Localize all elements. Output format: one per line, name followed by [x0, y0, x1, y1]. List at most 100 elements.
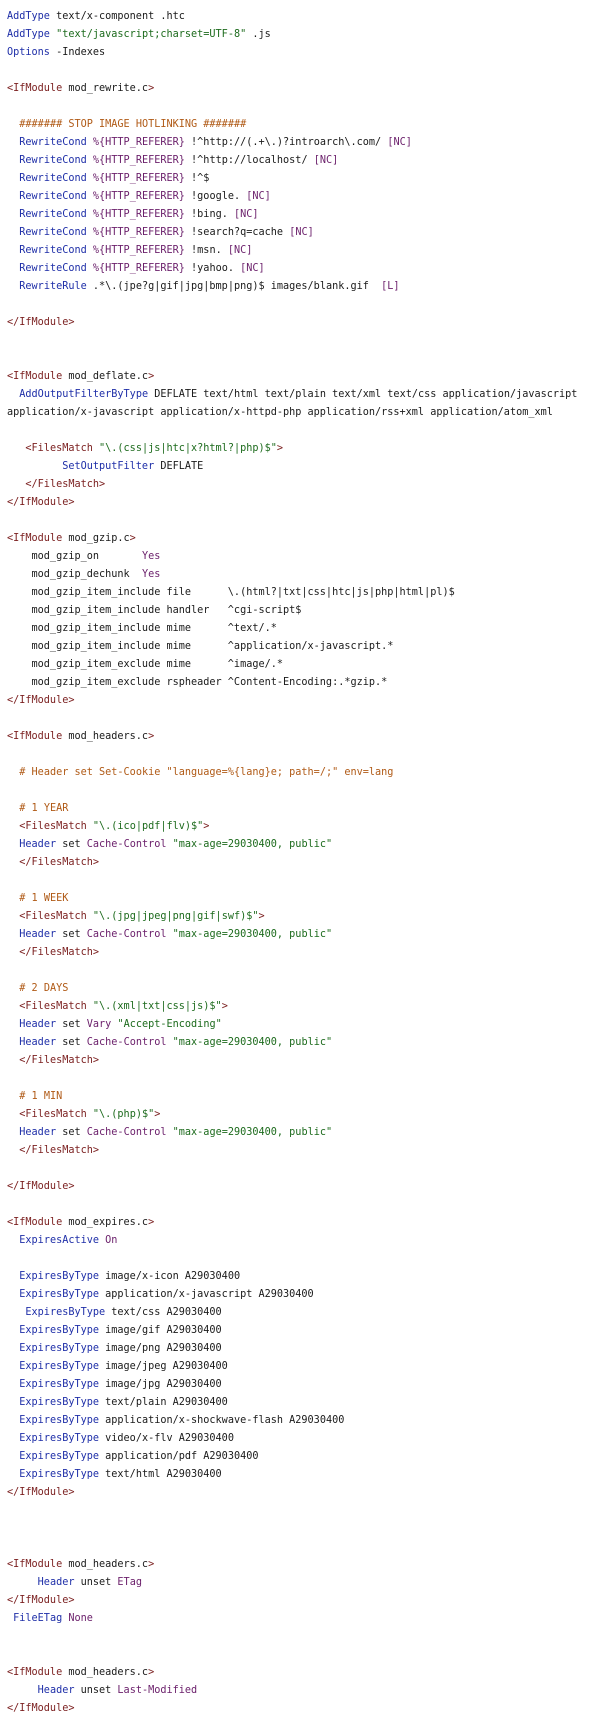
code-line: mod_gzip_item_include mime ^text/.*	[0, 620, 600, 638]
code-line: RewriteCond %{HTTP_REFERER} !^http://(.+…	[0, 134, 600, 152]
code-line: Header set Cache-Control "max-age=290304…	[0, 1034, 600, 1052]
string-token: "\.(php)$"	[92, 1109, 155, 1120]
string-token: "max-age=29030400, public"	[172, 839, 333, 850]
code-line: # 2 DAYS	[0, 980, 600, 998]
module-tag-token: >	[148, 1667, 155, 1678]
code-line: ####### STOP IMAGE HOTLINKING #######	[0, 116, 600, 134]
keyword-token: Yes	[141, 551, 161, 562]
module-tag-token: >	[258, 911, 265, 922]
code-line: mod_gzip_item_include handler ^cgi-scrip…	[0, 602, 600, 620]
text-token: set	[56, 1127, 87, 1138]
module-tag-token: <IfModule	[7, 83, 63, 94]
directive-token: RewriteRule	[19, 281, 87, 292]
text-token: mod_gzip_item_include file \.(html?|txt|…	[7, 587, 455, 598]
directive-token: Header	[37, 1577, 75, 1588]
text-token: mod_gzip_item_include mime ^text/.*	[7, 623, 277, 634]
text-token: text/html A29030400	[99, 1469, 222, 1480]
code-line: ExpiresByType image/jpeg A29030400	[0, 1358, 600, 1376]
code-line: </FilesMatch>	[0, 476, 600, 494]
code-line: # 1 YEAR	[0, 800, 600, 818]
comment-token: # 2 DAYS	[19, 983, 69, 994]
flag-token: [NC]	[240, 263, 265, 274]
comment-token: # 1 MIN	[19, 1091, 63, 1102]
keyword-token: Yes	[141, 569, 161, 580]
text-token: !search?q=cache	[184, 227, 290, 238]
flag-token: [NC]	[246, 191, 271, 202]
module-tag-token: </FilesMatch>	[19, 1055, 100, 1066]
code-line: # 1 MIN	[0, 1088, 600, 1106]
code-line: RewriteCond %{HTTP_REFERER} !^$	[0, 170, 600, 188]
text-token: mod_gzip_item_exclude mime ^image/.*	[7, 659, 284, 670]
code-line: </FilesMatch>	[0, 1142, 600, 1160]
code-line: mod_gzip_on Yes	[0, 548, 600, 566]
text-token: mod_rewrite.c	[62, 83, 149, 94]
text-token: mod_gzip.c	[62, 533, 130, 544]
directive-token: ExpiresByType	[19, 1289, 100, 1300]
text-token: set	[56, 929, 87, 940]
module-tag-token: <IfModule	[7, 1559, 63, 1570]
directive-token: RewriteCond	[19, 209, 87, 220]
text-token: .js	[246, 29, 271, 40]
keyword-token: None	[68, 1613, 93, 1624]
code-line: mod_gzip_item_exclude rspheader ^Content…	[0, 674, 600, 692]
variable-token: Cache-Control	[86, 929, 167, 940]
module-tag-token: <FilesMatch	[19, 911, 87, 922]
module-tag-token: <IfModule	[7, 371, 63, 382]
code-line: <IfModule mod_headers.c>	[0, 728, 600, 746]
code-line: ExpiresByType image/gif A29030400	[0, 1322, 600, 1340]
module-tag-token: </IfModule>	[7, 317, 75, 328]
comment-token: ####### STOP IMAGE HOTLINKING #######	[19, 119, 247, 130]
code-line: </FilesMatch>	[0, 854, 600, 872]
text-token: DEFLATE text/html text/plain text/xml te…	[148, 389, 578, 400]
variable-token: Cache-Control	[86, 839, 167, 850]
variable-token: %{HTTP_REFERER}	[92, 155, 185, 166]
text-token: !^http://localhost/	[184, 155, 314, 166]
code-line: RewriteRule .*\.(jpe?g|gif|jpg|bmp|png)$…	[0, 278, 600, 296]
code-line: </FilesMatch>	[0, 1052, 600, 1070]
string-token: "Accept-Encoding"	[117, 1019, 222, 1030]
text-token: image/jpg A29030400	[99, 1379, 222, 1390]
code-line: ExpiresByType text/html A29030400	[0, 1466, 600, 1484]
text-token: mod_gzip_item_exclude rspheader ^Content…	[7, 677, 388, 688]
directive-token: RewriteCond	[19, 173, 87, 184]
text-token: !^http://(.+\.)?introarch\.com/	[184, 137, 388, 148]
text-token: image/png A29030400	[99, 1343, 222, 1354]
string-token: "max-age=29030400, public"	[172, 1127, 333, 1138]
module-tag-token: </IfModule>	[7, 1181, 75, 1192]
code-line: <IfModule mod_rewrite.c>	[0, 80, 600, 98]
directive-token: ExpiresActive	[19, 1235, 100, 1246]
text-token: mod_headers.c	[62, 1667, 149, 1678]
comment-token: # Header set Set-Cookie "language=%{lang…	[19, 767, 394, 778]
code-line: RewriteCond %{HTTP_REFERER} !yahoo. [NC]	[0, 260, 600, 278]
module-tag-token: <IfModule	[7, 1667, 63, 1678]
module-tag-token: </FilesMatch>	[25, 479, 106, 490]
directive-token: RewriteCond	[19, 155, 87, 166]
code-line: mod_gzip_item_exclude mime ^image/.*	[0, 656, 600, 674]
text-token: mod_expires.c	[62, 1217, 149, 1228]
module-tag-token: </FilesMatch>	[19, 1145, 100, 1156]
code-line: AddType text/x-component .htc	[0, 8, 600, 26]
module-tag-token: </FilesMatch>	[19, 857, 100, 868]
code-line: RewriteCond %{HTTP_REFERER} !google. [NC…	[0, 188, 600, 206]
flag-token: [NC]	[387, 137, 412, 148]
text-token: mod_deflate.c	[62, 371, 149, 382]
directive-token: ExpiresByType	[19, 1271, 100, 1282]
code-line: RewriteCond %{HTTP_REFERER} !msn. [NC]	[0, 242, 600, 260]
